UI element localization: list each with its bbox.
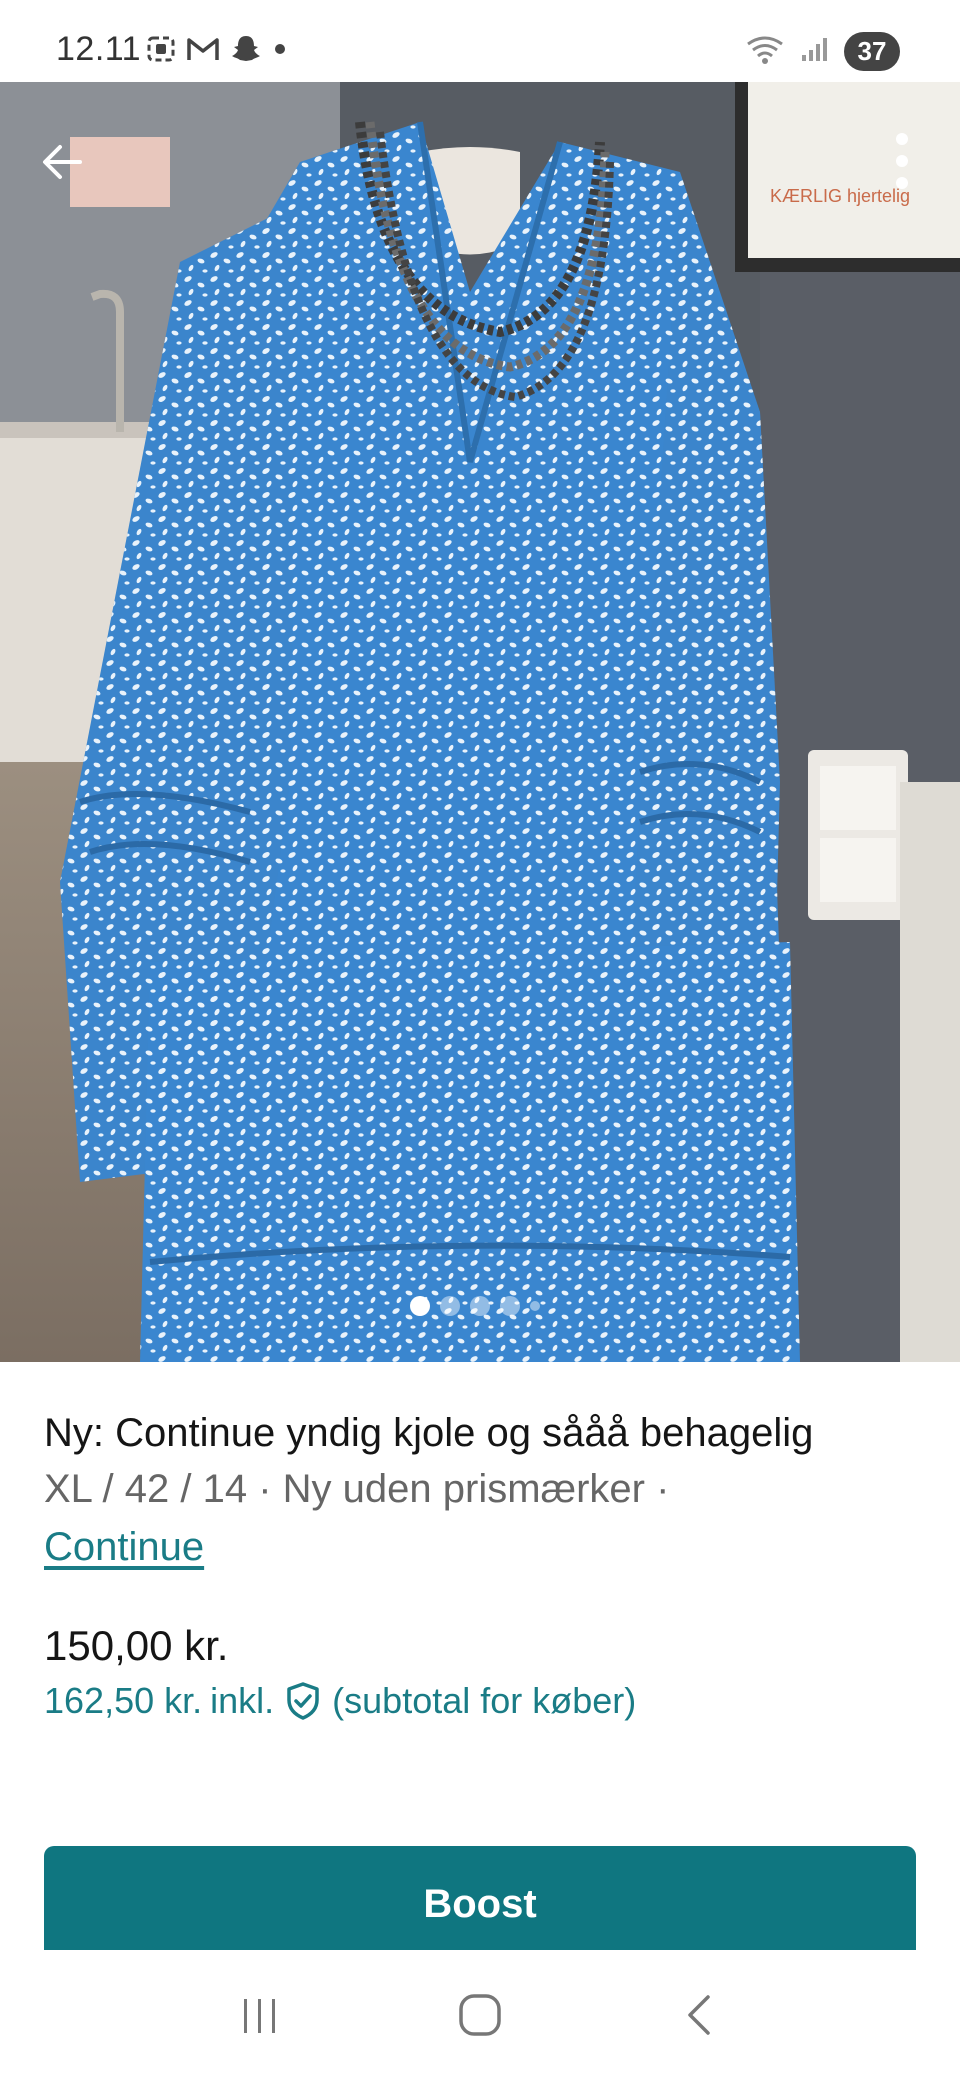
item-title: Ny: Continue yndig kjole og sååå behagel… [44,1411,814,1455]
signal-icon [800,35,830,68]
system-navigation-bar [0,1950,960,2080]
recent-apps-icon [244,1999,275,2033]
price-incl-label: inkl. [210,1680,275,1721]
listing-details: Ny: Continue yndig kjole og sååå behagel… [0,1362,960,1726]
carousel-dot[interactable] [440,1296,460,1316]
price-including-protection[interactable]: 162,50 kr. inkl. (subtotal for køber) [44,1676,916,1726]
more-vertical-icon [896,133,908,189]
shield-check-icon [282,1680,324,1722]
home-icon [459,1994,501,2036]
product-photo: KÆRLIG hjertelig [0,82,960,1362]
boost-button[interactable]: Boost [44,1846,916,1966]
status-bar: 12.11 37 [0,0,960,82]
screenshot-icon [146,35,176,68]
brand-link[interactable]: Continue [44,1518,204,1576]
battery-indicator: 37 [844,32,900,71]
item-attributes: XL / 42 / 14 · Ny uden prismærker · [44,1467,670,1511]
chevron-left-icon [688,1995,710,2035]
carousel-indicator [410,1296,540,1316]
gmail-icon [186,35,220,68]
arrow-left-icon [43,145,82,179]
carousel-dot[interactable] [500,1296,520,1316]
dot-icon [272,41,288,62]
more-options-button[interactable] [882,126,922,196]
price-incl-note: (subtotal for køber) [332,1680,637,1721]
back-button[interactable] [30,130,94,194]
carousel-dot[interactable] [410,1296,430,1316]
wifi-icon [744,34,786,69]
notification-icons [146,34,288,69]
snapchat-icon [230,34,262,69]
recent-apps-button[interactable] [220,1975,300,2055]
carousel-dot[interactable] [470,1296,490,1316]
carousel-dot[interactable] [530,1301,540,1311]
item-price: 150,00 kr. [44,1622,229,1669]
system-back-button[interactable] [660,1975,740,2055]
price-incl-amount: 162,50 kr. [44,1680,203,1721]
product-photo-carousel[interactable]: KÆRLIG hjertelig [0,82,960,1362]
system-icons: 37 [744,32,900,71]
home-button[interactable] [440,1975,520,2055]
status-time: 12.11 [56,30,142,68]
